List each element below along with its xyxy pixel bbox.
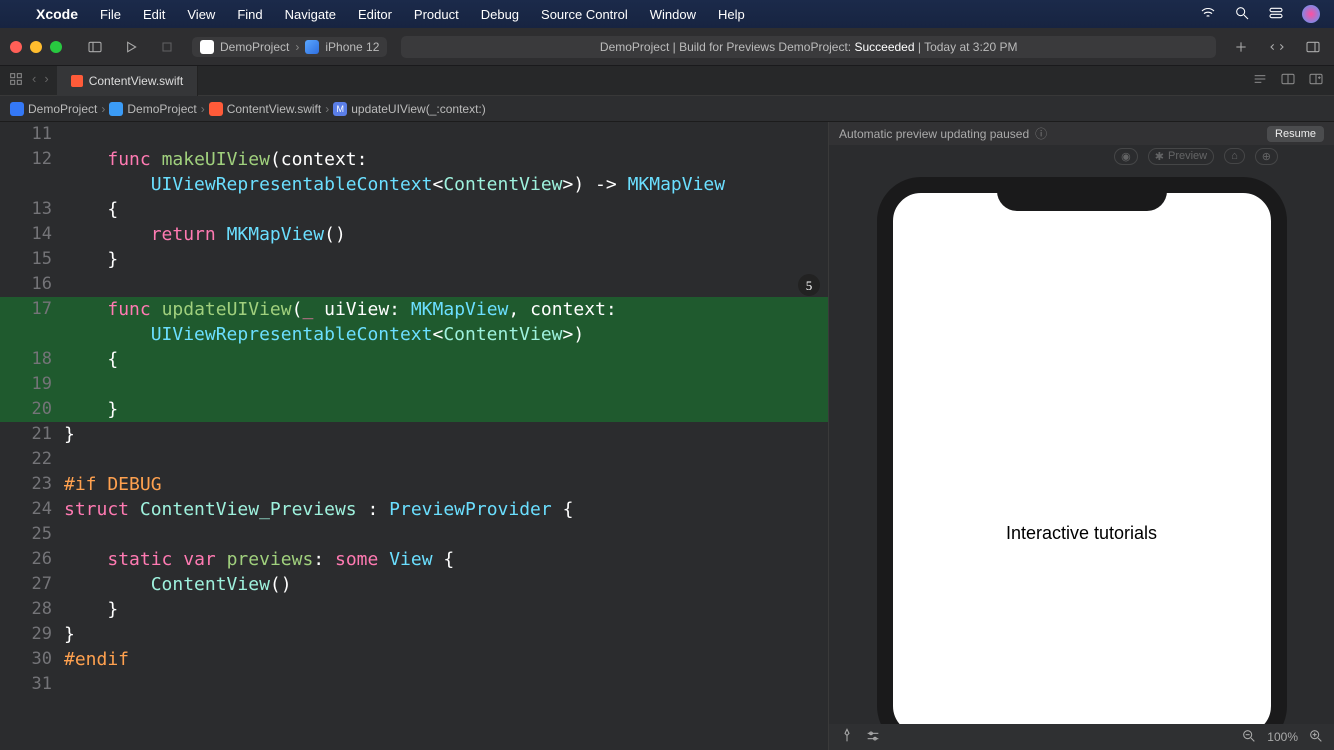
scheme-app-icon — [200, 40, 214, 54]
menubar-item[interactable]: Navigate — [285, 7, 336, 22]
jump-bar[interactable]: DemoProject › DemoProject › ContentView.… — [0, 96, 1334, 122]
xcode-toolbar: DemoProject › iPhone 12 DemoProject | Bu… — [0, 28, 1334, 66]
adjust-editor-icon[interactable] — [1280, 71, 1296, 90]
code-directive: #endif — [64, 649, 129, 670]
code-type: ContentView — [443, 324, 562, 345]
activity-status: DemoProject | Build for Previews DemoPro… — [401, 36, 1216, 58]
code-kw: return — [151, 224, 227, 245]
zoom-out-icon[interactable] — [1241, 728, 1257, 747]
folder-icon — [109, 102, 123, 116]
preview-bottom-bar: 100% — [829, 724, 1334, 750]
menubar-item[interactable]: Find — [237, 7, 262, 22]
code-type: MKMapView — [227, 224, 325, 245]
toggle-inspector-icon[interactable] — [1302, 36, 1324, 58]
run-button[interactable] — [120, 36, 142, 58]
zoom-level[interactable]: 100% — [1267, 730, 1298, 744]
bc-project[interactable]: DemoProject — [28, 102, 97, 116]
control-center-icon[interactable] — [1268, 5, 1284, 24]
source-editor[interactable]: 11 12 func makeUIView(context: UIViewRep… — [0, 122, 828, 750]
menubar-item[interactable]: Help — [718, 7, 745, 22]
add-icon[interactable] — [1230, 36, 1252, 58]
code-type: ContentView — [151, 574, 270, 595]
code-type: PreviewProvider — [389, 499, 552, 520]
duplicate-preview-icon: ⊕ — [1255, 148, 1278, 165]
preview-pill: ✱ Preview — [1148, 148, 1214, 165]
swift-file-icon — [209, 102, 223, 116]
bc-file[interactable]: ContentView.swift — [227, 102, 322, 116]
code-type: UIViewRepresentableContext — [151, 324, 433, 345]
editor-options-icon[interactable] — [1252, 71, 1268, 90]
scheme-project: DemoProject — [220, 40, 289, 54]
library-icon[interactable] — [1266, 36, 1288, 58]
bc-folder[interactable]: DemoProject — [127, 102, 196, 116]
spotlight-icon[interactable] — [1234, 5, 1250, 24]
pin-preview-icon[interactable] — [839, 728, 855, 747]
method-icon: M — [333, 102, 347, 116]
editor-tabbar: ‹ › ContentView.swift — [0, 66, 1334, 96]
code-type: UIViewRepresentableContext — [151, 174, 433, 195]
code-type: ContentView — [443, 174, 562, 195]
menubar-item[interactable]: Source Control — [541, 7, 628, 22]
menubar-item[interactable]: Edit — [143, 7, 165, 22]
code-kw: some — [335, 549, 378, 570]
info-icon[interactable]: ⓘ — [1035, 125, 1047, 142]
menubar-item[interactable]: File — [100, 7, 121, 22]
preview-ghost-toolbar: ◉ ✱ Preview ⌂ ⊕ — [829, 147, 1334, 165]
toggle-navigator-icon[interactable] — [84, 36, 106, 58]
nav-back-icon[interactable]: ‹ — [32, 71, 36, 90]
file-tab-label: ContentView.swift — [89, 74, 184, 88]
menubar-item[interactable]: Debug — [481, 7, 519, 22]
preview-status-bar: Automatic preview updating paused ⓘ Resu… — [829, 122, 1334, 145]
preview-content-text: Interactive tutorials — [1006, 523, 1157, 544]
code-type: ContentView_Previews — [140, 499, 357, 520]
code-var: previews — [227, 549, 314, 570]
menubar-item[interactable]: Window — [650, 7, 696, 22]
status-time: | Today at 3:20 PM — [915, 40, 1018, 54]
zoom-window-button[interactable] — [50, 41, 62, 53]
nav-forward-icon[interactable]: › — [44, 71, 48, 90]
project-icon — [10, 102, 24, 116]
code-type: View — [389, 549, 432, 570]
related-items-icon[interactable] — [8, 71, 24, 90]
status-result: Succeeded — [854, 40, 914, 54]
preview-settings-icon[interactable] — [865, 728, 881, 747]
code-type: MKMapView — [628, 174, 726, 195]
add-editor-icon[interactable] — [1308, 71, 1324, 90]
menubar-item[interactable]: Product — [414, 7, 459, 22]
minimize-window-button[interactable] — [30, 41, 42, 53]
scheme-device: iPhone 12 — [325, 40, 379, 54]
close-window-button[interactable] — [10, 41, 22, 53]
code-fn: updateUIView — [162, 299, 292, 320]
main-split: 11 12 func makeUIView(context: UIViewRep… — [0, 122, 1334, 750]
macos-menubar: Xcode File Edit View Find Navigate Edito… — [0, 0, 1334, 28]
bc-symbol[interactable]: updateUIView(_:context:) — [351, 102, 486, 116]
device-icon — [305, 40, 319, 54]
menubar-item[interactable]: View — [187, 7, 215, 22]
wifi-icon[interactable] — [1200, 5, 1216, 24]
window-controls — [10, 41, 62, 53]
preview-status-text: Automatic preview updating paused — [839, 127, 1029, 141]
device-frame: Interactive tutorials — [877, 177, 1287, 750]
device-notch — [997, 183, 1167, 211]
swift-file-icon — [71, 75, 83, 87]
zoom-in-icon[interactable] — [1308, 728, 1324, 747]
scheme-selector[interactable]: DemoProject › iPhone 12 — [192, 37, 387, 57]
canvas-preview: Automatic preview updating paused ⓘ Resu… — [828, 122, 1334, 750]
code-directive: #if DEBUG — [64, 474, 162, 495]
siri-icon[interactable] — [1302, 5, 1320, 23]
file-tab[interactable]: ContentView.swift — [57, 66, 199, 96]
menubar-app[interactable]: Xcode — [36, 6, 78, 22]
issue-badge[interactable]: 5 — [798, 274, 820, 296]
resume-button[interactable]: Resume — [1267, 126, 1324, 142]
code-type: MKMapView — [411, 299, 509, 320]
device-settings-icon: ⌂ — [1224, 148, 1245, 164]
stop-button[interactable] — [156, 36, 178, 58]
live-preview-icon: ◉ — [1114, 148, 1138, 165]
status-prefix: DemoProject | Build for Previews DemoPro… — [600, 40, 855, 54]
menubar-item[interactable]: Editor — [358, 7, 392, 22]
